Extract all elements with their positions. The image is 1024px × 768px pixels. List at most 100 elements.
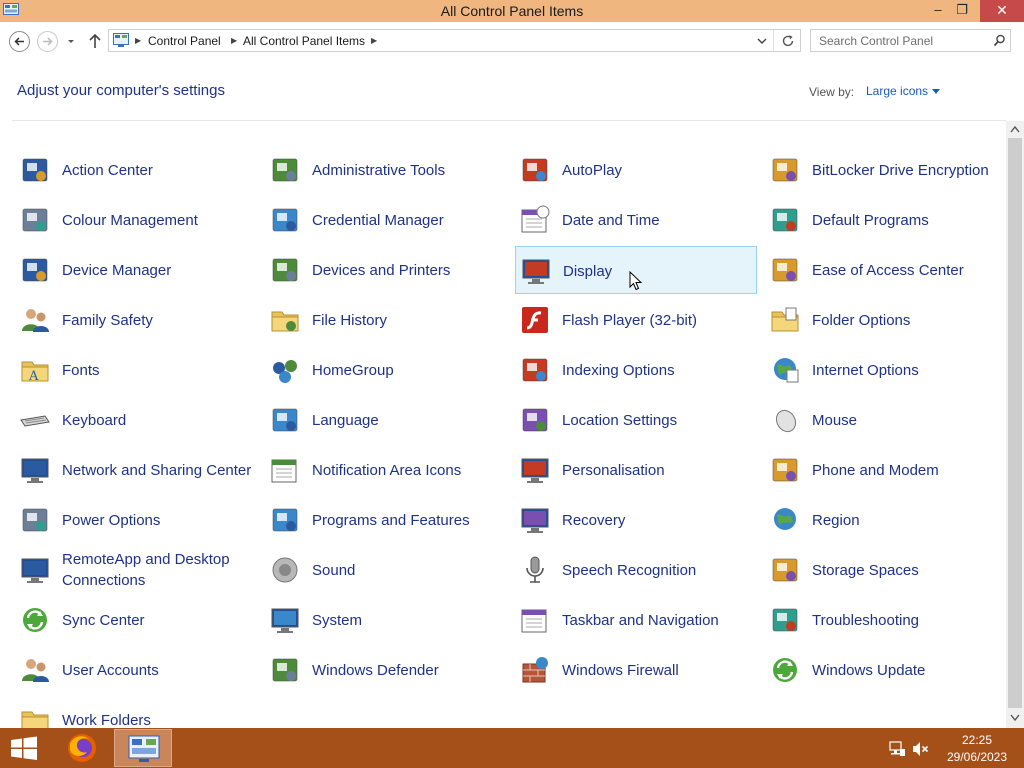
forward-button[interactable]: [37, 31, 58, 52]
control-panel-item-label[interactable]: Folder Options: [812, 296, 1007, 344]
control-panel-item-label[interactable]: AutoPlay: [562, 146, 757, 194]
control-panel-item-label[interactable]: Administrative Tools: [312, 146, 507, 194]
control-panel-item[interactable]: Sound: [265, 546, 507, 594]
control-panel-item[interactable]: Language: [265, 396, 507, 444]
control-panel-item[interactable]: Folder Options: [765, 296, 1007, 344]
search-icon[interactable]: [993, 34, 1006, 47]
control-panel-item-label[interactable]: Personalisation: [562, 446, 757, 494]
breadcrumb-all-items[interactable]: All Control Panel Items: [243, 34, 365, 48]
control-panel-item[interactable]: Windows Update: [765, 646, 1007, 694]
control-panel-item-label[interactable]: Network and Sharing Center: [62, 446, 257, 494]
control-panel-item[interactable]: Credential Manager: [265, 196, 507, 244]
control-panel-item[interactable]: Personalisation: [515, 446, 757, 494]
control-panel-item[interactable]: Keyboard: [15, 396, 257, 444]
control-panel-item[interactable]: Windows Firewall: [515, 646, 757, 694]
breadcrumb-separator-icon[interactable]: ▶: [231, 36, 237, 45]
view-by-dropdown[interactable]: Large icons: [866, 84, 928, 98]
search-box[interactable]: [810, 29, 1011, 52]
control-panel-item[interactable]: Default Programs: [765, 196, 1007, 244]
control-panel-item[interactable]: Programs and Features: [265, 496, 507, 544]
control-panel-item[interactable]: Recovery: [515, 496, 757, 544]
control-panel-item-label[interactable]: Keyboard: [62, 396, 257, 444]
windows-start-icon[interactable]: [8, 736, 40, 760]
control-panel-item[interactable]: RemoteApp and Desktop Connections: [15, 546, 257, 594]
control-panel-item-label[interactable]: Fonts: [62, 346, 257, 394]
control-panel-item-label[interactable]: Notification Area Icons: [312, 446, 507, 494]
control-panel-item[interactable]: Flash Player (32-bit): [515, 296, 757, 344]
control-panel-item[interactable]: BitLocker Drive Encryption: [765, 146, 1007, 194]
control-panel-item[interactable]: Network and Sharing Center: [15, 446, 257, 494]
control-panel-item-label[interactable]: Sync Center: [62, 596, 257, 644]
control-panel-item[interactable]: Device Manager: [15, 246, 257, 294]
control-panel-item-label[interactable]: Action Center: [62, 146, 257, 194]
scroll-down-arrow-icon[interactable]: [1010, 714, 1020, 722]
volume-muted-tray-icon[interactable]: [912, 741, 929, 757]
control-panel-item-label[interactable]: User Accounts: [62, 646, 257, 694]
search-input[interactable]: [811, 30, 989, 51]
restore-button[interactable]: ❐: [948, 0, 976, 22]
control-panel-item-label[interactable]: Speech Recognition: [562, 546, 757, 594]
refresh-icon[interactable]: [781, 34, 795, 48]
control-panel-item-label[interactable]: BitLocker Drive Encryption: [812, 146, 1007, 194]
control-panel-item[interactable]: File History: [265, 296, 507, 344]
control-panel-item-label[interactable]: Mouse: [812, 396, 1007, 444]
breadcrumb-separator-icon[interactable]: ▶: [371, 36, 377, 45]
taskbar-clock-date[interactable]: 29/06/2023: [944, 750, 1010, 764]
control-panel-item-label[interactable]: Recovery: [562, 496, 757, 544]
control-panel-item-label[interactable]: Power Options: [62, 496, 257, 544]
control-panel-item[interactable]: Devices and Printers: [265, 246, 507, 294]
control-panel-item[interactable]: User Accounts: [15, 646, 257, 694]
control-panel-item[interactable]: Colour Management: [15, 196, 257, 244]
control-panel-item-label[interactable]: Family Safety: [62, 296, 257, 344]
control-panel-item-label[interactable]: System: [312, 596, 507, 644]
control-panel-item[interactable]: Sync Center: [15, 596, 257, 644]
vertical-scrollbar[interactable]: [1006, 121, 1024, 728]
address-history-chevron-icon[interactable]: [755, 34, 769, 48]
control-panel-item[interactable]: Speech Recognition: [515, 546, 757, 594]
control-panel-item[interactable]: Windows Defender: [265, 646, 507, 694]
control-panel-item-label[interactable]: Region: [812, 496, 1007, 544]
recent-locations-chevron-icon[interactable]: [65, 35, 77, 47]
firefox-icon[interactable]: [56, 730, 108, 766]
control-panel-item[interactable]: Region: [765, 496, 1007, 544]
control-panel-item[interactable]: Storage Spaces: [765, 546, 1007, 594]
control-panel-item[interactable]: Administrative Tools: [265, 146, 507, 194]
control-panel-item-label[interactable]: RemoteApp and Desktop Connections: [62, 546, 257, 594]
control-panel-item-label[interactable]: Ease of Access Center: [812, 246, 1007, 294]
control-panel-item-label[interactable]: Windows Firewall: [562, 646, 757, 694]
control-panel-item-label[interactable]: Colour Management: [62, 196, 257, 244]
network-tray-icon[interactable]: [889, 741, 905, 757]
view-by-caret-icon[interactable]: [932, 89, 940, 94]
control-panel-item-label[interactable]: Flash Player (32-bit): [562, 296, 757, 344]
control-panel-item-label[interactable]: HomeGroup: [312, 346, 507, 394]
scroll-up-arrow-icon[interactable]: [1010, 125, 1020, 133]
control-panel-item-label[interactable]: Internet Options: [812, 346, 1007, 394]
control-panel-item-label[interactable]: Windows Update: [812, 646, 1007, 694]
taskbar-clock-time[interactable]: 22:25: [944, 733, 1010, 747]
control-panel-item-label[interactable]: Credential Manager: [312, 196, 507, 244]
control-panel-taskbar-button[interactable]: [114, 729, 172, 767]
address-bar[interactable]: ▶ Control Panel ▶ All Control Panel Item…: [108, 29, 801, 52]
control-panel-item-label[interactable]: Display: [563, 247, 758, 295]
control-panel-item-label[interactable]: Date and Time: [562, 196, 757, 244]
control-panel-item-label[interactable]: Devices and Printers: [312, 246, 507, 294]
control-panel-item[interactable]: Notification Area Icons: [265, 446, 507, 494]
up-arrow-icon[interactable]: [87, 32, 103, 50]
control-panel-item-label[interactable]: File History: [312, 296, 507, 344]
control-panel-item[interactable]: Mouse: [765, 396, 1007, 444]
control-panel-item[interactable]: Power Options: [15, 496, 257, 544]
control-panel-item[interactable]: Ease of Access Center: [765, 246, 1007, 294]
close-button[interactable]: ✕: [980, 0, 1024, 22]
control-panel-item[interactable]: Family Safety: [15, 296, 257, 344]
control-panel-item[interactable]: A Fonts: [15, 346, 257, 394]
back-button[interactable]: [9, 31, 30, 52]
control-panel-item-label[interactable]: Windows Defender: [312, 646, 507, 694]
control-panel-item-label[interactable]: Default Programs: [812, 196, 1007, 244]
control-panel-item[interactable]: Troubleshooting: [765, 596, 1007, 644]
control-panel-item[interactable]: Date and Time: [515, 196, 757, 244]
scrollbar-thumb[interactable]: [1008, 138, 1022, 708]
control-panel-item-label[interactable]: Sound: [312, 546, 507, 594]
control-panel-item[interactable]: AutoPlay: [515, 146, 757, 194]
control-panel-item[interactable]: HomeGroup: [265, 346, 507, 394]
control-panel-item-label[interactable]: Programs and Features: [312, 496, 507, 544]
